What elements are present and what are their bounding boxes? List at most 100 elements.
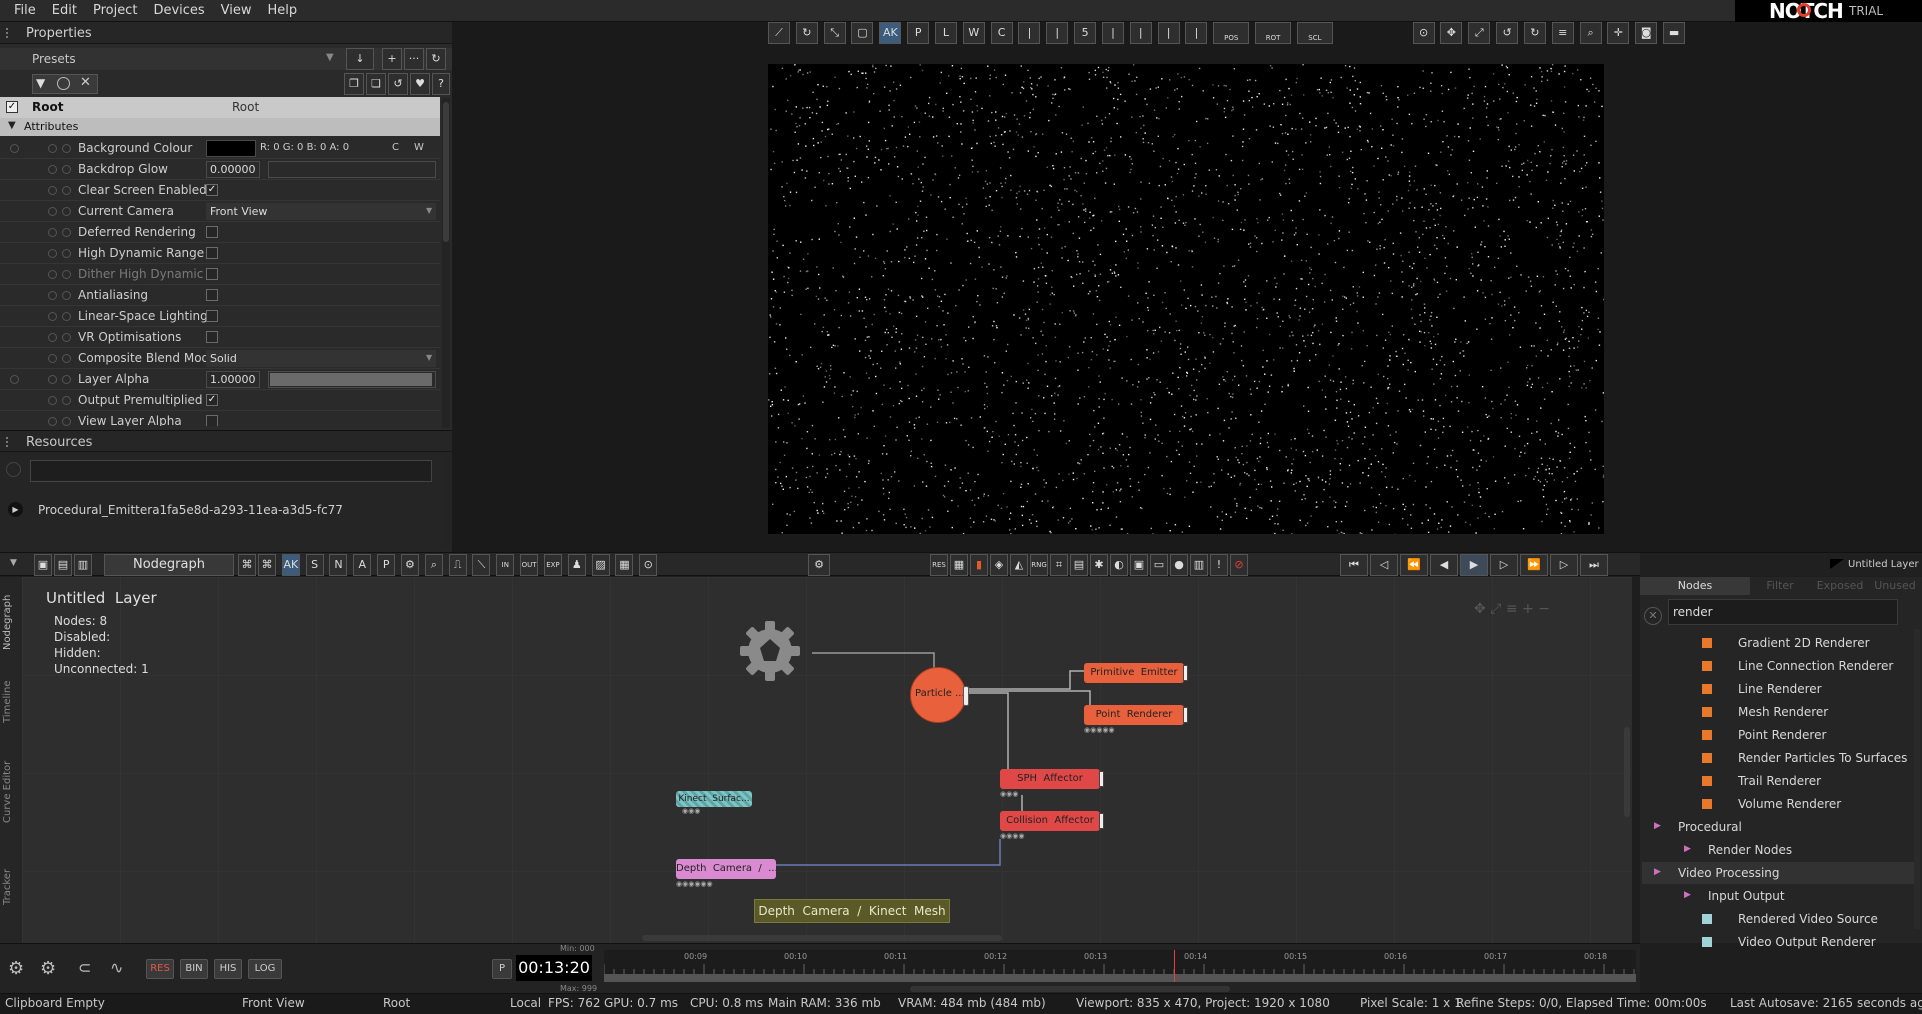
colour-c-button[interactable]: C xyxy=(392,142,399,153)
attribute-select[interactable]: Solid xyxy=(206,350,436,367)
hatch-button[interactable]: ▨ xyxy=(591,554,610,576)
link-dot-icon[interactable] xyxy=(48,375,57,384)
link-dot-icon[interactable] xyxy=(48,186,57,195)
link-dot-icon[interactable] xyxy=(48,333,57,342)
paste-props-button[interactable]: ❏ xyxy=(366,73,386,95)
out-button[interactable]: OUT xyxy=(520,554,539,576)
bin-button[interactable]: BIN xyxy=(180,959,208,979)
ak-toggle-button[interactable]: AK xyxy=(281,554,300,576)
number-slider[interactable] xyxy=(268,161,436,178)
next-key-button[interactable]: ▷ xyxy=(1550,554,1578,576)
library-search-input[interactable] xyxy=(1668,599,1898,625)
disable-toggle-button[interactable]: ⊘ xyxy=(1230,554,1248,576)
anim-dot-icon[interactable] xyxy=(62,207,71,216)
node-handle[interactable] xyxy=(1099,771,1104,787)
tab-nodes[interactable]: Nodes xyxy=(1640,577,1750,595)
p-toggle-button[interactable]: P xyxy=(377,554,396,576)
fit-icon[interactable]: ⤢ xyxy=(1490,601,1501,617)
library-node-item[interactable]: Video Output Renderer xyxy=(1738,935,1876,949)
go-start-button[interactable]: ⏮ xyxy=(1340,554,1368,576)
bounds-button[interactable]: ▢ xyxy=(851,22,874,44)
link-dot-icon[interactable] xyxy=(48,249,57,258)
star-toggle-button[interactable]: ✱ xyxy=(1090,554,1108,576)
colour-swatch[interactable] xyxy=(206,140,256,157)
monitor-toggle-button[interactable]: ▥ xyxy=(1190,554,1208,576)
graph-vscrollbar[interactable] xyxy=(1624,727,1630,817)
square-wave-button[interactable]: ⎍ xyxy=(448,554,467,576)
search-toggle-button[interactable]: ⌕ xyxy=(424,554,443,576)
mesh-toggle-button[interactable]: ⌗ xyxy=(1050,554,1068,576)
exp-button[interactable]: EXP xyxy=(543,554,562,576)
menu-file[interactable]: File xyxy=(6,0,44,22)
fit-view-button[interactable]: ⤢ xyxy=(1468,22,1491,44)
target-node-button[interactable]: ⊙ xyxy=(639,554,658,576)
grid-5-button[interactable]: | xyxy=(1157,22,1180,44)
side-tab-curve-editor[interactable]: Curve Editor xyxy=(2,747,20,837)
resources-search-input[interactable] xyxy=(30,460,432,482)
frame-toggle-button[interactable]: ▣ xyxy=(1130,554,1148,576)
fast-forward-button[interactable]: ⏩ xyxy=(1520,554,1548,576)
keyframe-dot-icon[interactable] xyxy=(10,375,19,384)
menu-icon[interactable]: ≡ xyxy=(1506,601,1518,617)
particle-node[interactable]: Particle ... xyxy=(910,667,969,723)
root-node[interactable] xyxy=(738,619,802,683)
anim-dot-icon[interactable] xyxy=(62,291,71,300)
nodegraph-menu-icon[interactable]: ▼ xyxy=(10,558,17,568)
ak-button[interactable]: AK xyxy=(879,22,902,44)
layout-b-button[interactable]: ▤ xyxy=(54,554,72,576)
render-viewport[interactable] xyxy=(768,64,1604,534)
grid-6-button[interactable]: | xyxy=(1185,22,1208,44)
link-dot-icon[interactable] xyxy=(48,207,57,216)
l-button[interactable]: L xyxy=(934,22,957,44)
particle-node-handle[interactable] xyxy=(963,686,969,706)
anim-dot-icon[interactable] xyxy=(62,270,71,279)
rot-button[interactable]: ROT xyxy=(1255,22,1292,44)
res-button[interactable]: RES xyxy=(146,959,174,979)
attribute-checkbox[interactable] xyxy=(206,268,218,280)
more-preset-button[interactable]: ··· xyxy=(404,48,424,70)
kinect-surface-node[interactable]: Kinect Surfac... xyxy=(676,791,752,807)
add-preset-button[interactable]: + xyxy=(382,48,402,70)
play-button[interactable]: ▶ xyxy=(1460,554,1488,576)
link-dot-icon[interactable] xyxy=(48,291,57,300)
node-handle[interactable] xyxy=(1183,665,1188,681)
menu-project[interactable]: Project xyxy=(85,0,145,22)
grid-3-button[interactable]: | xyxy=(1101,22,1124,44)
sphere-toggle-button[interactable]: ● xyxy=(1170,554,1188,576)
collision-affector-node[interactable]: Collision Affector xyxy=(1000,811,1104,831)
root-enable-checkbox[interactable]: ✓ xyxy=(6,101,18,113)
p-button[interactable]: P xyxy=(907,22,930,44)
point-renderer-node[interactable]: Point Renderer xyxy=(1084,705,1188,725)
cube-toggle-button[interactable]: ◈ xyxy=(990,554,1008,576)
library-category[interactable]: Input Output xyxy=(1708,889,1785,903)
attribute-checkbox[interactable] xyxy=(206,331,218,343)
attribute-checkbox[interactable]: ✓ xyxy=(206,394,218,406)
timeline-wave-icon[interactable]: ∿ xyxy=(110,958,123,977)
anim-dot-icon[interactable] xyxy=(62,165,71,174)
line-button[interactable]: ⟍ xyxy=(472,554,491,576)
link-dot-icon[interactable] xyxy=(48,270,57,279)
properties-scrollbar[interactable] xyxy=(442,98,450,428)
filter-icon[interactable]: ▼ xyxy=(36,76,45,90)
library-node-item[interactable]: Rendered Video Source xyxy=(1738,912,1878,926)
fullscreen-view-button[interactable]: ▬ xyxy=(1663,22,1686,44)
person-button[interactable]: ♟ xyxy=(567,554,586,576)
alert-toggle-button[interactable]: ! xyxy=(1210,554,1228,576)
side-tab-timeline[interactable]: Timeline xyxy=(2,672,20,732)
presets-dropdown-icon[interactable]: ▼ xyxy=(326,52,334,63)
transform-gizmo-button[interactable]: ⟋ xyxy=(768,22,790,44)
w-button[interactable]: W xyxy=(962,22,985,44)
collapse-handle-icon[interactable] xyxy=(6,28,14,38)
zoom-out-icon[interactable]: − xyxy=(1538,601,1550,617)
step-back-button[interactable]: ◀ xyxy=(1430,554,1458,576)
tab-unused[interactable]: Unused xyxy=(1870,577,1920,595)
playhead[interactable] xyxy=(1174,950,1175,982)
grid-toggle-button[interactable]: ▦ xyxy=(950,554,968,576)
grid2-toggle-button[interactable]: ▤ xyxy=(1070,554,1088,576)
link-dot-icon[interactable] xyxy=(48,396,57,405)
pan-view-button[interactable]: ✛ xyxy=(1607,22,1630,44)
depth-camera-node[interactable]: Depth Camera / ... xyxy=(676,859,778,879)
link-dot-icon[interactable] xyxy=(48,354,57,363)
anim-dot-icon[interactable] xyxy=(62,417,71,426)
clear-filter-icon[interactable]: ✕ xyxy=(80,75,91,90)
